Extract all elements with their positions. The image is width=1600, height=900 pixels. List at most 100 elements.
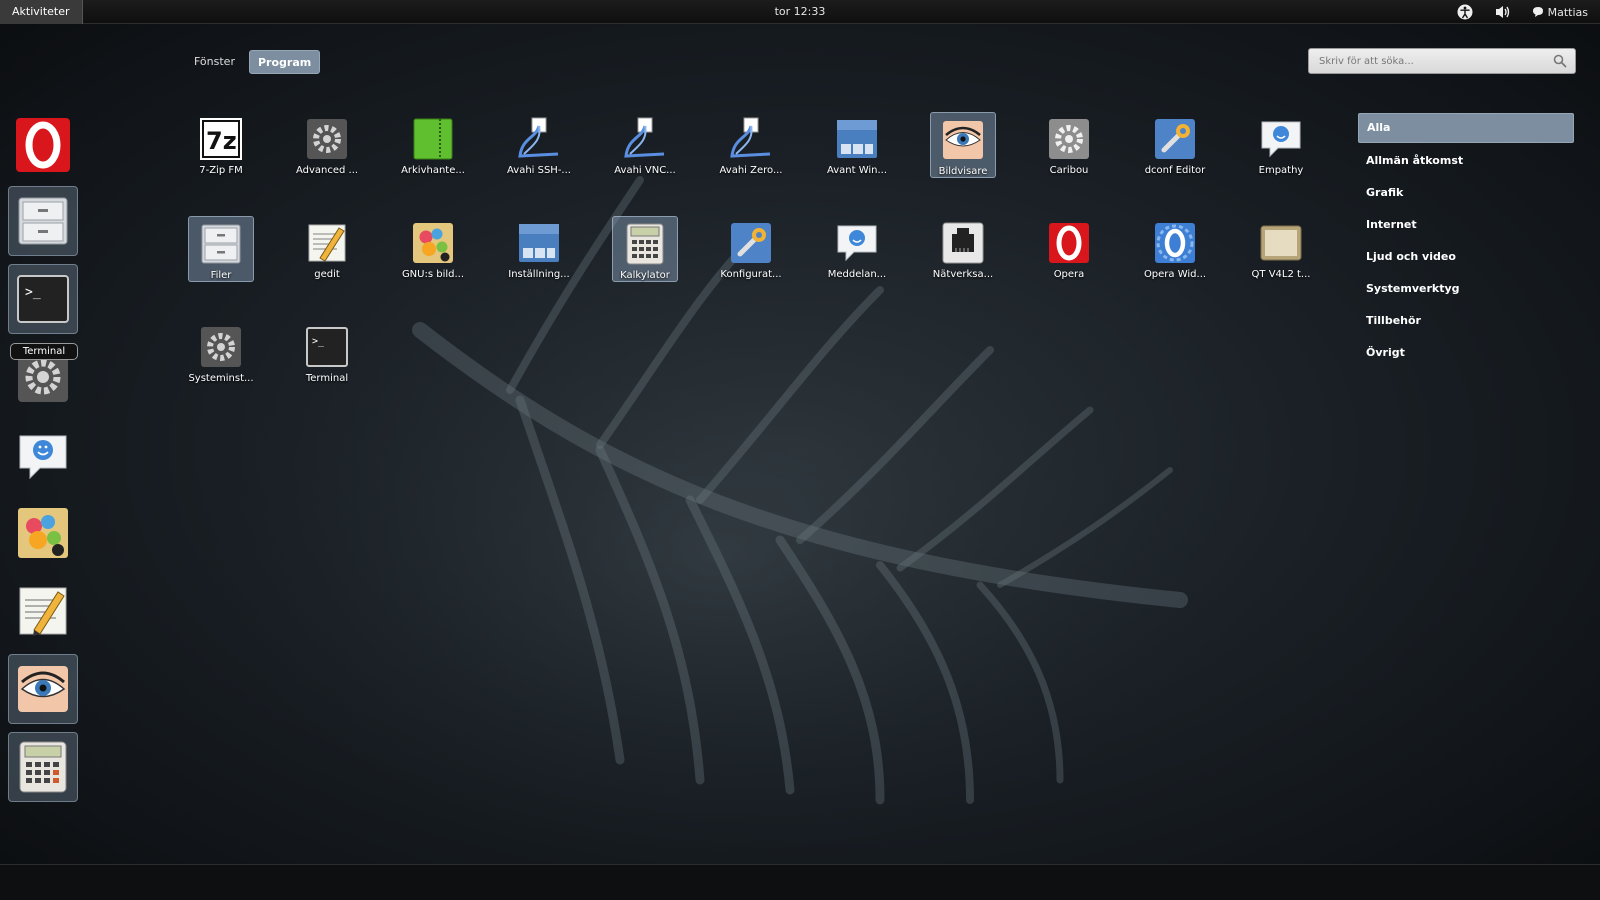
configuration-icon bbox=[731, 223, 771, 263]
category-sound-video[interactable]: Ljud och video bbox=[1358, 241, 1574, 273]
archive-manager-icon bbox=[413, 118, 453, 160]
app-opera[interactable]: Opera bbox=[1036, 216, 1102, 282]
dash-item-empathy[interactable] bbox=[8, 420, 78, 490]
accessibility-icon[interactable] bbox=[1456, 3, 1474, 21]
status-tray: Mattias bbox=[1456, 0, 1588, 24]
svg-text:7z: 7z bbox=[206, 127, 237, 155]
app-label: Konfigurat... bbox=[720, 269, 782, 280]
dash-item-terminal[interactable]: >_ bbox=[8, 264, 78, 334]
view-selector: Fönster Program bbox=[186, 50, 321, 74]
volume-icon[interactable] bbox=[1494, 3, 1512, 21]
category-system-tools[interactable]: Systemverktyg bbox=[1358, 273, 1574, 305]
app-calculator[interactable]: Kalkylator bbox=[612, 216, 678, 282]
calculator-icon bbox=[19, 741, 67, 793]
app-label: Arkivhante... bbox=[401, 165, 465, 176]
app-label: dconf Editor bbox=[1144, 165, 1206, 176]
top-panel: Aktiviteter tor 12:33 Mattias bbox=[0, 0, 1600, 24]
dash-item-gimp[interactable] bbox=[8, 498, 78, 568]
files-icon bbox=[201, 224, 241, 264]
app-7zip[interactable]: 7z 7-Zip FM bbox=[188, 112, 254, 178]
app-files[interactable]: Filer bbox=[188, 216, 254, 282]
user-name: Mattias bbox=[1547, 5, 1588, 19]
app-avahi-ssh[interactable]: Avahi SSH-... bbox=[506, 112, 572, 178]
app-system-settings[interactable]: Systeminst... bbox=[188, 320, 254, 386]
app-avant-window[interactable]: Avant Win... bbox=[824, 112, 890, 178]
category-accessories[interactable]: Tillbehör bbox=[1358, 305, 1574, 337]
category-universal-access[interactable]: Allmän åtkomst bbox=[1358, 145, 1574, 177]
app-label: Bildvisare bbox=[938, 166, 988, 177]
files-icon bbox=[18, 197, 68, 245]
dash-item-files[interactable] bbox=[8, 186, 78, 256]
tab-applications[interactable]: Program bbox=[248, 50, 321, 74]
app-label: Systeminst... bbox=[188, 373, 254, 384]
dash-item-image-viewer[interactable] bbox=[8, 654, 78, 724]
app-label: Advanced ... bbox=[295, 165, 359, 176]
app-gedit[interactable]: gedit bbox=[294, 216, 360, 282]
app-image-viewer[interactable]: Bildvisare bbox=[930, 112, 996, 178]
svg-text:>_: >_ bbox=[312, 336, 325, 347]
avahi-ssh-icon bbox=[518, 117, 559, 158]
activities-button[interactable]: Aktiviteter bbox=[0, 0, 83, 24]
app-label: Avant Win... bbox=[826, 165, 888, 176]
app-opera-widgets[interactable]: Opera Wid... bbox=[1142, 216, 1208, 282]
image-viewer-icon bbox=[943, 121, 983, 159]
search-icon[interactable] bbox=[1553, 54, 1567, 68]
opera-icon bbox=[1049, 223, 1089, 263]
app-avahi-zeroconf[interactable]: Avahi Zero... bbox=[718, 112, 784, 178]
category-internet[interactable]: Internet bbox=[1358, 209, 1574, 241]
app-advanced-settings[interactable]: Advanced ... bbox=[294, 112, 360, 178]
category-graphics[interactable]: Grafik bbox=[1358, 177, 1574, 209]
category-list: Alla Allmän åtkomst Grafik Internet Ljud… bbox=[1358, 113, 1574, 369]
app-gimp[interactable]: GNU:s bild... bbox=[400, 216, 466, 282]
app-avahi-vnc[interactable]: Avahi VNC... bbox=[612, 112, 678, 178]
dconf-editor-icon bbox=[1155, 119, 1195, 159]
app-archive-manager[interactable]: Arkivhante... bbox=[400, 112, 466, 178]
app-network[interactable]: Nätverksa... bbox=[930, 216, 996, 282]
empathy-icon bbox=[1261, 121, 1301, 158]
app-configuration[interactable]: Konfigurat... bbox=[718, 216, 784, 282]
dash-item-gedit[interactable] bbox=[8, 576, 78, 646]
category-other[interactable]: Övrigt bbox=[1358, 337, 1574, 369]
app-label: QT V4L2 t... bbox=[1251, 269, 1311, 280]
app-caribou[interactable]: Caribou bbox=[1036, 112, 1102, 178]
app-qt-v4l2[interactable]: QT V4L2 t... bbox=[1248, 216, 1314, 282]
app-label: Avahi SSH-... bbox=[507, 165, 571, 176]
avahi-zeroconf-icon bbox=[730, 117, 771, 158]
qt-v4l2-icon bbox=[1260, 225, 1302, 261]
caribou-gear-icon bbox=[1049, 119, 1089, 159]
app-dconf-editor[interactable]: dconf Editor bbox=[1142, 112, 1208, 178]
app-terminal[interactable]: >_ Terminal bbox=[294, 320, 360, 386]
clock[interactable]: tor 12:33 bbox=[775, 5, 826, 18]
terminal-icon: >_ bbox=[306, 327, 348, 367]
app-messaging[interactable]: Meddelan... bbox=[824, 216, 890, 282]
calculator-icon bbox=[626, 223, 664, 265]
dash-item-calculator[interactable] bbox=[8, 732, 78, 802]
svg-text:>_: >_ bbox=[25, 285, 41, 300]
app-label: Nätverksa... bbox=[932, 269, 994, 280]
dash-tooltip: Terminal bbox=[10, 343, 78, 360]
opera-widgets-icon bbox=[1155, 223, 1195, 263]
system-settings-icon bbox=[201, 327, 241, 367]
app-label: Avahi Zero... bbox=[719, 165, 783, 176]
category-all[interactable]: Alla bbox=[1358, 113, 1574, 143]
dash-item-opera[interactable] bbox=[8, 110, 78, 180]
empathy-icon bbox=[19, 435, 67, 480]
tab-windows[interactable]: Fönster bbox=[186, 50, 243, 74]
opera-icon bbox=[16, 118, 70, 172]
app-label: Opera bbox=[1053, 269, 1085, 280]
app-label: Empathy bbox=[1258, 165, 1304, 176]
messaging-icon bbox=[837, 225, 877, 262]
application-grid: 7z 7-Zip FM Advanced ... Arkivhante... A… bbox=[188, 112, 1328, 412]
gedit-icon bbox=[308, 224, 346, 262]
app-label: Opera Wid... bbox=[1143, 269, 1207, 280]
search-input[interactable] bbox=[1309, 49, 1529, 74]
user-menu[interactable]: Mattias bbox=[1532, 6, 1588, 19]
app-label: Kalkylator bbox=[620, 270, 670, 281]
search-box bbox=[1308, 48, 1576, 74]
app-empathy[interactable]: Empathy bbox=[1248, 112, 1314, 178]
image-viewer-icon bbox=[18, 666, 68, 712]
terminal-icon: >_ bbox=[17, 275, 69, 323]
gimp-icon bbox=[413, 223, 453, 263]
network-icon bbox=[942, 222, 984, 264]
app-settings-window[interactable]: Inställning... bbox=[506, 216, 572, 282]
